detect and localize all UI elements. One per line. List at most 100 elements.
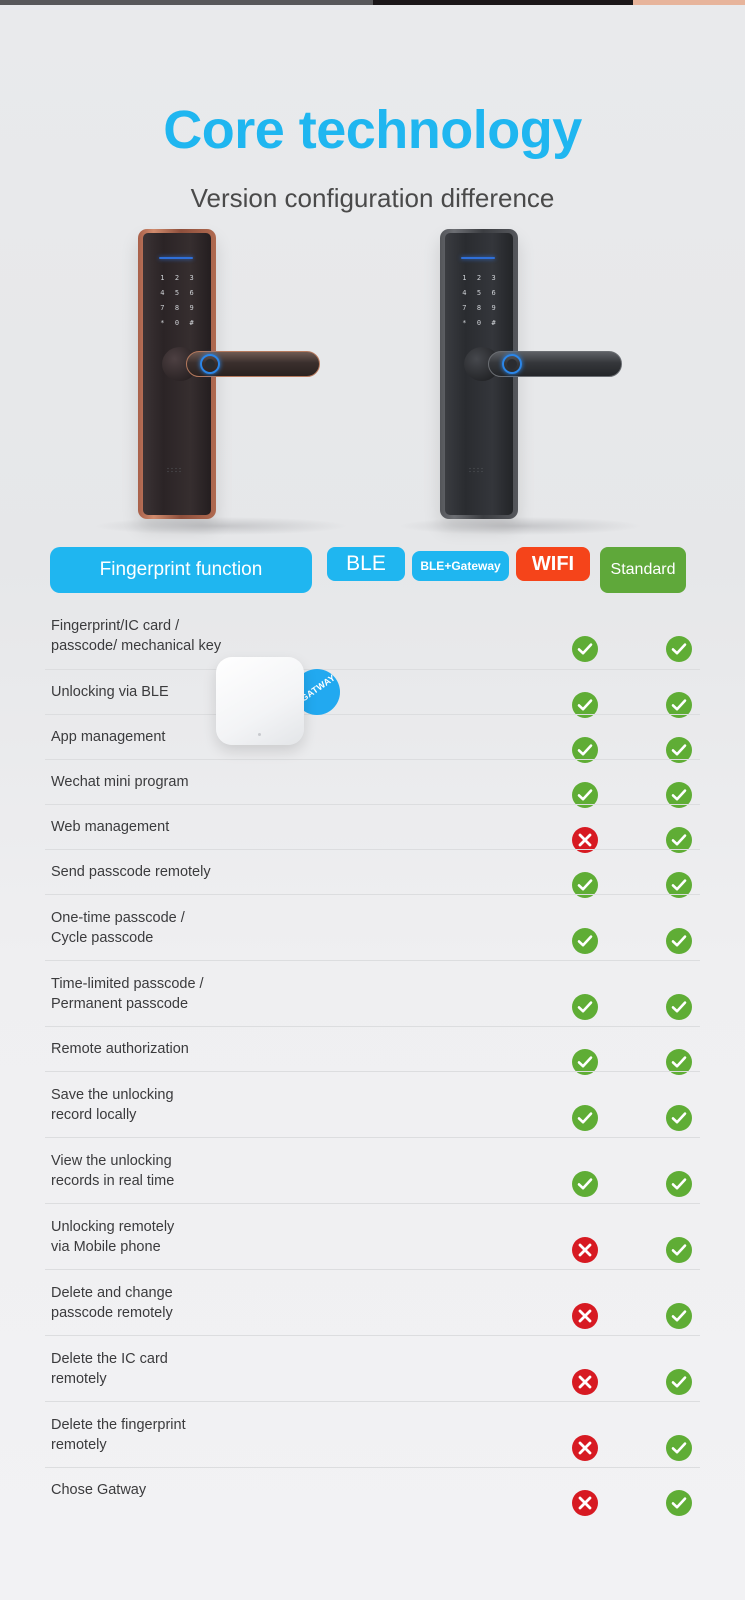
feature-label: Send passcode remotely [51,864,211,880]
support-cell-ble-gateway [665,927,693,954]
keypad-key: 7 [462,304,467,312]
table-row: Time-limited passcode / Permanent passcod… [45,960,700,1026]
column-header-standard: Standard [600,547,686,593]
keypad-key: # [189,319,194,327]
keypad-key: 9 [189,304,194,312]
table-row: Wechat mini program [45,759,700,808]
check-icon [666,1170,692,1197]
table-row: Delete the fingerprint remotely [45,1401,700,1467]
check-icon [666,1434,692,1461]
keypad-key: 7 [160,304,165,312]
check-icon [666,993,692,1020]
check-icon [572,1170,598,1197]
column-header-wifi: WIFI [516,547,590,581]
right-lock-shadow [400,517,640,535]
support-cell-ble [571,1104,599,1131]
keypad-key: # [491,319,496,327]
table-row: Unlocking via BLE [45,669,700,718]
feature-label: View the unlocking records in real time [51,1152,175,1189]
page-root: Core technology Version configuration di… [0,5,745,1600]
support-cell-ble [571,1490,599,1516]
keypad-key: 5 [174,289,180,297]
feature-label: One-time passcode / Cycle passcode [51,909,185,946]
check-icon [572,636,598,662]
keypad-key: 8 [174,304,180,312]
feature-label: Time-limited passcode / Permanent passcod… [51,975,204,1012]
support-cell-ble-gateway [665,1490,693,1516]
table-row: One-time passcode / Cycle passcode [45,894,700,960]
table-row: Chose Gatway [45,1467,700,1516]
support-cell-ble [571,1302,599,1329]
keypad-key: 0 [174,319,180,327]
column-header-feature: Fingerprint function [50,547,312,593]
cross-icon [572,1302,598,1329]
keypad-key: 9 [491,304,496,312]
keypad-key: 4 [160,289,165,297]
support-cell-ble [571,636,599,662]
check-icon [666,636,692,662]
left-lock-shadow [96,517,346,535]
support-cell-ble-gateway [665,1170,693,1197]
support-cell-ble [571,927,599,954]
check-icon [572,927,598,954]
feature-label: Delete the IC card remotely [51,1350,168,1387]
support-cell-ble [571,1368,599,1395]
table-row: Delete and change passcode remotely [45,1269,700,1335]
keypad-key: * [160,319,165,327]
support-cell-ble-gateway [665,1104,693,1131]
check-icon [666,1236,692,1263]
column-header-ble: BLE [327,547,405,581]
comparison-table: need additional charge Fingerprint funct… [0,541,745,1516]
feature-label: Unlocking remotely via Mobile phone [51,1218,175,1255]
support-cell-ble [571,993,599,1020]
cross-icon [572,1490,598,1516]
lock-keypad: 1 2 3 4 5 6 7 8 9 * 0 # [155,271,199,331]
cross-icon [572,1434,598,1461]
feature-label: Web management [51,819,170,835]
keypad-key: 3 [491,274,496,282]
table-row: Remote authorization [45,1026,700,1075]
check-icon [666,1104,692,1131]
table-body: Fingerprint/IC card / passcode/ mechanica… [0,603,745,1516]
support-cell-ble-gateway [665,636,693,662]
feature-label: Delete and change passcode remotely [51,1284,173,1321]
product-image-area: 1 2 3 4 5 6 7 8 9 * 0 # 1 2 3 4 5 6 7 8 9 * 0 # GATWAY [0,221,745,745]
keypad-key: 4 [462,289,467,297]
keypad-key: 6 [491,289,496,297]
check-icon [572,993,598,1020]
support-cell-ble [571,1434,599,1461]
table-header-row: need additional charge Fingerprint funct… [0,541,745,603]
feature-label: Save the unlocking record locally [51,1086,174,1123]
support-cell-ble [571,1236,599,1263]
keypad-key: 2 [174,274,180,282]
feature-label: Chose Gatway [51,1482,147,1498]
cross-icon [572,1236,598,1263]
gateway-status-dot [258,733,261,736]
table-row: View the unlocking records in real time [45,1137,700,1203]
page-subtitle: Version configuration difference [190,183,555,213]
table-row: Send passcode remotely [45,849,700,898]
check-icon [666,1368,692,1395]
table-row: Delete the IC card remotely [45,1335,700,1401]
lock-keypad: 1 2 3 4 5 6 7 8 9 * 0 # [457,271,501,331]
lock-speaker-holes [468,467,484,474]
keypad-key: 3 [189,274,194,282]
lock-speaker-holes [166,467,182,474]
gateway-device-image [216,657,304,745]
check-icon [666,1490,692,1516]
table-row: App management [45,714,700,763]
cross-icon [572,1368,598,1395]
feature-label: Wechat mini program [51,774,189,790]
fingerprint-reader-icon [200,354,220,374]
keypad-key: 6 [189,289,194,297]
keypad-key: 0 [476,319,482,327]
table-row: Web management [45,804,700,853]
support-cell-ble [571,1170,599,1197]
check-icon [666,1302,692,1329]
table-row: Unlocking remotely via Mobile phone [45,1203,700,1269]
table-row: Save the unlocking record locally [45,1071,700,1137]
support-cell-ble-gateway [665,1302,693,1329]
keypad-key: * [462,319,467,327]
table-row: Fingerprint/IC card / passcode/ mechanica… [45,603,700,669]
keypad-key: 1 [160,274,165,282]
